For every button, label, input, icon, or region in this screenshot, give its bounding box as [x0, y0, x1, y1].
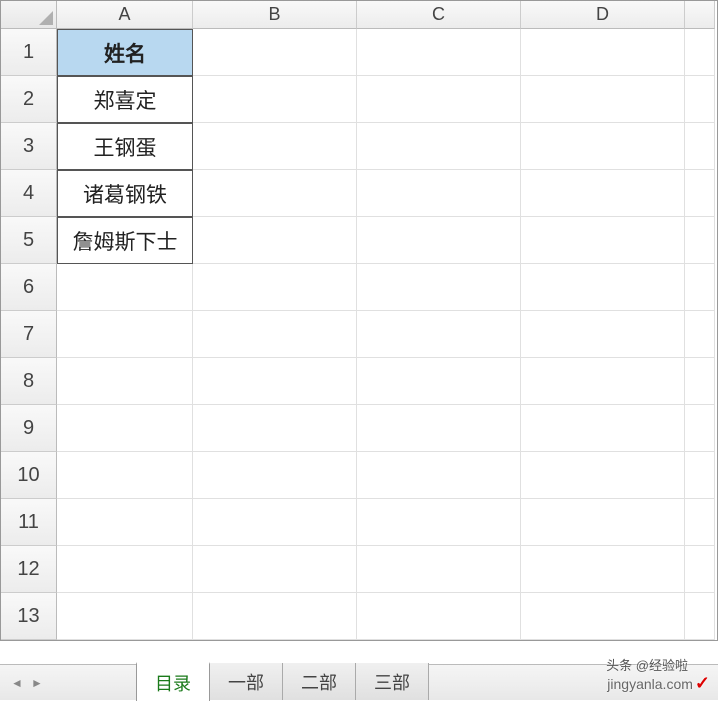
cell-C4[interactable]	[357, 170, 521, 217]
cell-A7[interactable]	[57, 311, 193, 358]
cell-A12[interactable]	[57, 546, 193, 593]
cell-A9[interactable]	[57, 405, 193, 452]
cell-E13[interactable]	[685, 593, 715, 640]
col-header-C[interactable]: C	[357, 1, 521, 29]
cell-A6[interactable]	[57, 264, 193, 311]
tab-nav-next-icon[interactable]: ►	[28, 674, 46, 692]
cell-D11[interactable]	[521, 499, 685, 546]
cell-E1[interactable]	[685, 29, 715, 76]
sheet-tab-directory[interactable]: 目录	[136, 662, 210, 701]
cell-A11[interactable]	[57, 499, 193, 546]
row-header-9[interactable]: 9	[1, 405, 57, 452]
cell-A5[interactable]: 詹姆斯下士	[57, 217, 193, 264]
cell-B4[interactable]	[193, 170, 357, 217]
cell-A13[interactable]	[57, 593, 193, 640]
row-header-6[interactable]: 6	[1, 264, 57, 311]
cell-C1[interactable]	[357, 29, 521, 76]
cell-D2[interactable]	[521, 76, 685, 123]
cell-B13[interactable]	[193, 593, 357, 640]
row-header-13[interactable]: 13	[1, 593, 57, 640]
cell-A2[interactable]: 郑喜定	[57, 76, 193, 123]
cell-B8[interactable]	[193, 358, 357, 405]
cell-C5[interactable]	[357, 217, 521, 264]
cell-C10[interactable]	[357, 452, 521, 499]
cell-D12[interactable]	[521, 546, 685, 593]
cell-D9[interactable]	[521, 405, 685, 452]
col-header-B[interactable]: B	[193, 1, 357, 29]
cell-B12[interactable]	[193, 546, 357, 593]
cell-A1[interactable]: 姓名	[57, 29, 193, 76]
cell-B11[interactable]	[193, 499, 357, 546]
col-header-D[interactable]: D	[521, 1, 685, 29]
cell-E10[interactable]	[685, 452, 715, 499]
watermark-source: 头条 @经验啦	[606, 655, 688, 674]
cell-B10[interactable]	[193, 452, 357, 499]
cell-E5[interactable]	[685, 217, 715, 264]
cell-A8[interactable]	[57, 358, 193, 405]
cell-D4[interactable]	[521, 170, 685, 217]
cell-E3[interactable]	[685, 123, 715, 170]
row-header-11[interactable]: 11	[1, 499, 57, 546]
select-all-corner[interactable]	[1, 1, 57, 29]
cell-C7[interactable]	[357, 311, 521, 358]
cell-C6[interactable]	[357, 264, 521, 311]
row-header-2[interactable]: 2	[1, 76, 57, 123]
sheet-tab-part1[interactable]: 一部	[210, 663, 283, 700]
cell-A10[interactable]	[57, 452, 193, 499]
sheet-tab-part2[interactable]: 二部	[283, 663, 356, 700]
cell-D8[interactable]	[521, 358, 685, 405]
cell-D7[interactable]	[521, 311, 685, 358]
cell-B9[interactable]	[193, 405, 357, 452]
cell-E12[interactable]	[685, 546, 715, 593]
cell-D5[interactable]	[521, 217, 685, 264]
cell-D3[interactable]	[521, 123, 685, 170]
cell-A3[interactable]: 王钢蛋	[57, 123, 193, 170]
cell-E7[interactable]	[685, 311, 715, 358]
row-header-10[interactable]: 10	[1, 452, 57, 499]
row-header-7[interactable]: 7	[1, 311, 57, 358]
tab-nav-prev-icon[interactable]: ◄	[8, 674, 26, 692]
col-header-A[interactable]: A	[57, 1, 193, 29]
row-header-5[interactable]: 5	[1, 217, 57, 264]
cell-E4[interactable]	[685, 170, 715, 217]
cell-B5[interactable]	[193, 217, 357, 264]
watermark-url: jingyanla.com ✓	[607, 673, 710, 694]
cell-B7[interactable]	[193, 311, 357, 358]
cell-C2[interactable]	[357, 76, 521, 123]
cell-B1[interactable]	[193, 29, 357, 76]
row-header-1[interactable]: 1	[1, 29, 57, 76]
cell-C12[interactable]	[357, 546, 521, 593]
cell-E9[interactable]	[685, 405, 715, 452]
cell-D1[interactable]	[521, 29, 685, 76]
cell-C8[interactable]	[357, 358, 521, 405]
cell-E11[interactable]	[685, 499, 715, 546]
cell-E6[interactable]	[685, 264, 715, 311]
checkmark-icon: ✓	[695, 673, 710, 694]
sheet-tab-part3[interactable]: 三部	[356, 663, 429, 700]
cell-E2[interactable]	[685, 76, 715, 123]
cell-C3[interactable]	[357, 123, 521, 170]
row-header-3[interactable]: 3	[1, 123, 57, 170]
cell-D10[interactable]	[521, 452, 685, 499]
cell-D6[interactable]	[521, 264, 685, 311]
row-header-12[interactable]: 12	[1, 546, 57, 593]
cell-C9[interactable]	[357, 405, 521, 452]
col-header-E-partial[interactable]	[685, 1, 715, 29]
cell-C13[interactable]	[357, 593, 521, 640]
cell-C11[interactable]	[357, 499, 521, 546]
cell-D13[interactable]	[521, 593, 685, 640]
row-header-8[interactable]: 8	[1, 358, 57, 405]
row-header-4[interactable]: 4	[1, 170, 57, 217]
spreadsheet-grid: A B C D 1 姓名 2 郑喜定 3 王钢蛋 4 诸葛钢铁 5 詹姆斯下士	[1, 1, 717, 640]
cell-A4[interactable]: 诸葛钢铁	[57, 170, 193, 217]
cell-B3[interactable]	[193, 123, 357, 170]
cell-B6[interactable]	[193, 264, 357, 311]
cell-E8[interactable]	[685, 358, 715, 405]
cell-B2[interactable]	[193, 76, 357, 123]
